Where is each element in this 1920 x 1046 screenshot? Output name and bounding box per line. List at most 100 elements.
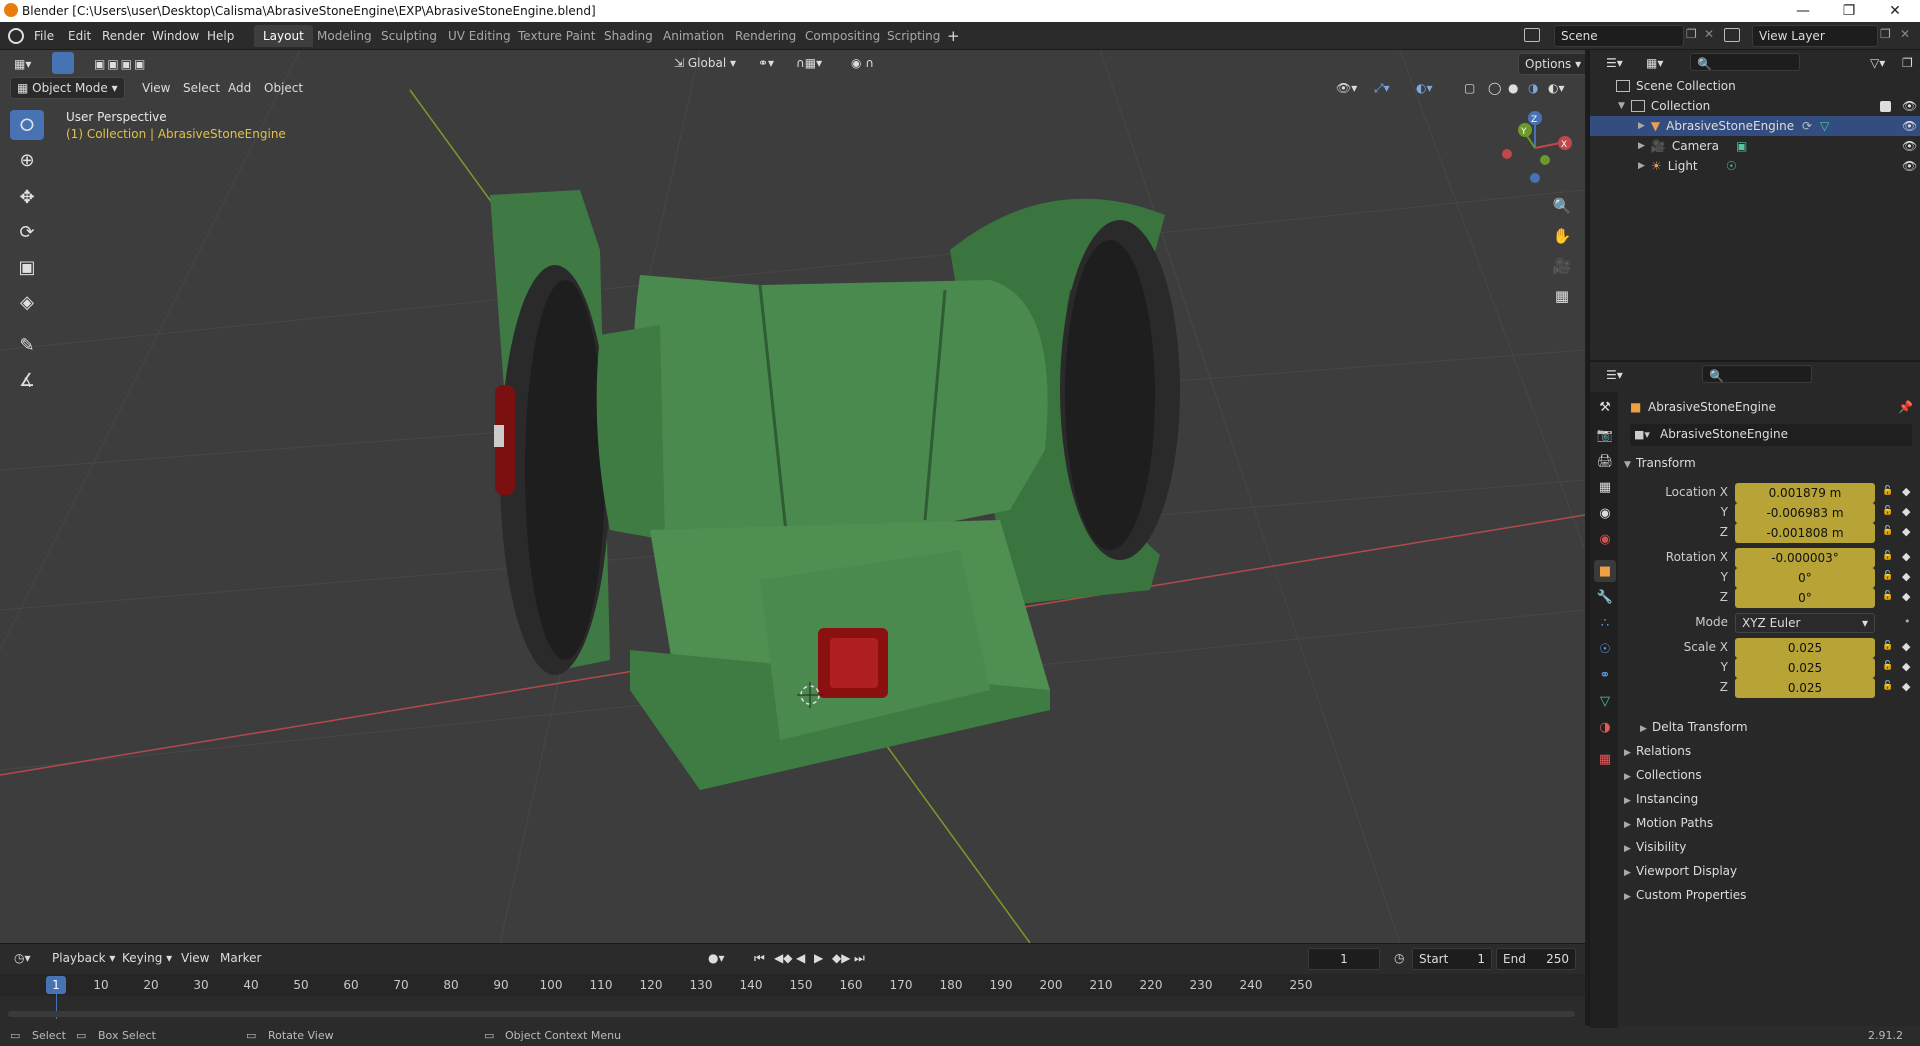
scene-name-field[interactable]: Scene xyxy=(1554,25,1684,47)
lock-icon[interactable]: 🔓 xyxy=(1882,486,1893,496)
material-tab-icon[interactable]: ◑ xyxy=(1594,716,1616,738)
object-name-field[interactable]: AbrasiveStoneEngine xyxy=(1630,424,1912,446)
object-tab-icon[interactable]: ■ xyxy=(1594,560,1616,582)
location-z-field[interactable]: -0.001808 m xyxy=(1735,523,1875,543)
section-instancing[interactable]: ▶ Instancing xyxy=(1624,792,1698,806)
delete-scene-icon[interactable]: ✕ xyxy=(1704,27,1714,41)
pan-hand-icon[interactable]: ✋ xyxy=(1549,223,1575,249)
lock-icon[interactable]: 🔓 xyxy=(1882,506,1893,516)
add-workspace-icon[interactable]: + xyxy=(941,25,966,47)
lock-icon[interactable]: 🔓 xyxy=(1882,661,1893,671)
gizmo-toggle-icon[interactable]: ⤢▾ xyxy=(1368,78,1396,99)
visibility-eye-icon[interactable]: 👁 xyxy=(1902,99,1917,113)
cursor-tool-icon[interactable]: ⊕ xyxy=(10,145,44,175)
timeline-menu-view[interactable]: View xyxy=(175,948,215,968)
editor-type-icon[interactable]: ▦▾ xyxy=(8,54,37,74)
keyframe-icon[interactable]: ◆ xyxy=(1902,505,1910,518)
tab-modeling[interactable]: Modeling xyxy=(308,25,381,47)
start-frame-field[interactable]: Start 1 xyxy=(1412,948,1492,970)
tab-uv-editing[interactable]: UV Editing xyxy=(439,25,520,47)
timeline-scrollbar[interactable] xyxy=(8,1011,1575,1017)
rotation-x-field[interactable]: -0.000003° xyxy=(1735,548,1875,568)
timeline-editor-type-icon[interactable]: ◷▾ xyxy=(8,948,37,968)
viewport-menu-view[interactable]: View xyxy=(136,78,176,98)
section-motion-paths[interactable]: ▶ Motion Paths xyxy=(1624,816,1713,830)
lock-icon[interactable]: 🔓 xyxy=(1882,571,1893,581)
transform-section-header[interactable]: ▼ Transform xyxy=(1624,456,1696,470)
keyframe-icon[interactable]: ◆ xyxy=(1902,590,1910,603)
modifier-tab-icon[interactable]: 🔧 xyxy=(1594,586,1616,608)
collection-checkbox[interactable] xyxy=(1880,100,1891,112)
end-frame-field[interactable]: End 250 xyxy=(1496,948,1576,970)
jump-end-icon[interactable]: ⏭ xyxy=(848,948,871,969)
keyframe-icon[interactable]: ◆ xyxy=(1902,525,1910,538)
scene-selector-icon[interactable] xyxy=(1524,28,1540,42)
rotation-z-field[interactable]: 0° xyxy=(1735,588,1875,608)
tab-layout[interactable]: Layout xyxy=(254,25,313,47)
lock-icon[interactable]: 🔓 xyxy=(1882,526,1893,536)
expand-chevron-icon[interactable]: ▶ xyxy=(1638,121,1645,131)
lock-icon[interactable]: 🔓 xyxy=(1882,551,1893,561)
xray-icon[interactable]: ▢ xyxy=(1458,78,1481,98)
expand-chevron-icon[interactable]: ▶ xyxy=(1638,161,1645,171)
viewport-menu-object[interactable]: Object xyxy=(258,78,309,98)
overlay-toggle-icon[interactable]: ◐▾ xyxy=(1410,78,1439,98)
rendered-shading-icon[interactable]: ◐▾ xyxy=(1542,78,1571,98)
new-scene-icon[interactable]: ❐ xyxy=(1686,27,1697,41)
viewport-menu-add[interactable]: Add xyxy=(222,78,257,98)
expand-chevron-icon[interactable]: ▶ xyxy=(1638,141,1645,151)
keyframe-icon[interactable]: ◆ xyxy=(1902,485,1910,498)
outliner-row-collection[interactable]: ▼ Collection 👁 xyxy=(1590,96,1920,116)
scale-x-field[interactable]: 0.025 xyxy=(1735,638,1875,658)
view-layer-icon[interactable] xyxy=(1724,28,1740,42)
view-layer-tab-icon[interactable]: ▦ xyxy=(1594,476,1616,498)
texture-tab-icon[interactable]: ▦ xyxy=(1594,748,1616,770)
properties-editor-type-icon[interactable]: ☰▾ xyxy=(1600,365,1629,385)
camera-view-icon[interactable]: 🎥 xyxy=(1549,253,1575,279)
scale-y-field[interactable]: 0.025 xyxy=(1735,658,1875,678)
object-datablock-icon[interactable]: ■▾ xyxy=(1634,428,1650,441)
keyframe-icon[interactable]: ◆ xyxy=(1902,660,1910,673)
properties-search-input[interactable]: 🔍 xyxy=(1702,365,1812,383)
delete-view-layer-icon[interactable]: ✕ xyxy=(1900,27,1910,41)
lock-icon[interactable]: 🔓 xyxy=(1882,591,1893,601)
tab-scripting[interactable]: Scripting xyxy=(878,25,949,47)
viewport-menu-select[interactable]: Select xyxy=(177,78,226,98)
location-y-field[interactable]: -0.006983 m xyxy=(1735,503,1875,523)
current-frame-field[interactable]: 1 xyxy=(1308,948,1380,970)
outliner-filter-icon[interactable]: ▽▾ xyxy=(1864,53,1891,73)
move-tool-icon[interactable]: ✥ xyxy=(10,182,44,212)
tab-sculpting[interactable]: Sculpting xyxy=(372,25,446,47)
lock-icon[interactable]: 🔓 xyxy=(1882,641,1893,651)
proportional-edit-icon[interactable]: ◉ ∩ xyxy=(845,53,880,73)
visibility-eye-icon[interactable]: 👁 xyxy=(1902,119,1917,133)
menu-window[interactable]: Window xyxy=(146,27,205,45)
tab-texture-paint[interactable]: Texture Paint xyxy=(509,25,604,47)
3d-viewport[interactable]: ▦▾ ▣▣▣▣ ⇲ Global ▾ ⚭▾ ∩▦▾ ◉ ∩ Options ▾ … xyxy=(0,50,1585,943)
lock-icon[interactable]: 🔓 xyxy=(1882,681,1893,691)
visibility-eye-icon[interactable]: 👁 xyxy=(1902,159,1917,173)
expand-chevron-icon[interactable]: ▼ xyxy=(1618,101,1625,111)
particles-tab-icon[interactable]: ∴ xyxy=(1594,612,1616,634)
section-collections[interactable]: ▶ Collections xyxy=(1624,768,1702,782)
physics-tab-icon[interactable]: ☉ xyxy=(1594,638,1616,660)
scale-z-field[interactable]: 0.025 xyxy=(1735,678,1875,698)
rotation-y-field[interactable]: 0° xyxy=(1735,568,1875,588)
keyframe-icon[interactable]: ◆ xyxy=(1902,550,1910,563)
location-x-field[interactable]: 0.001879 m xyxy=(1735,483,1875,503)
keyframe-dot-icon[interactable]: • xyxy=(1904,615,1911,628)
restore-icon[interactable]: ❐ xyxy=(1826,0,1872,22)
outliner-row-light[interactable]: ▶ ☀ Light ☉ 👁 xyxy=(1590,156,1920,176)
menu-help[interactable]: Help xyxy=(201,27,240,45)
close-icon[interactable]: ✕ xyxy=(1872,0,1918,22)
annotate-tool-icon[interactable]: ✎ xyxy=(10,330,44,360)
section-custom-properties[interactable]: ▶ Custom Properties xyxy=(1624,888,1746,902)
menu-file[interactable]: File xyxy=(28,27,60,45)
constraints-tab-icon[interactable]: ⚭ xyxy=(1594,664,1616,686)
zoom-icon[interactable]: 🔍 xyxy=(1549,193,1575,219)
tab-shading[interactable]: Shading xyxy=(595,25,662,47)
transform-tool-icon[interactable]: ◈ xyxy=(10,287,44,317)
options-dropdown[interactable]: Options ▾ xyxy=(1518,53,1585,75)
pivot-point-icon[interactable]: ⚭▾ xyxy=(752,53,780,73)
outliner-row-abrasivestoneengine[interactable]: ▶ ▼ AbrasiveStoneEngine ⟳ ▽ 👁 xyxy=(1590,116,1920,136)
